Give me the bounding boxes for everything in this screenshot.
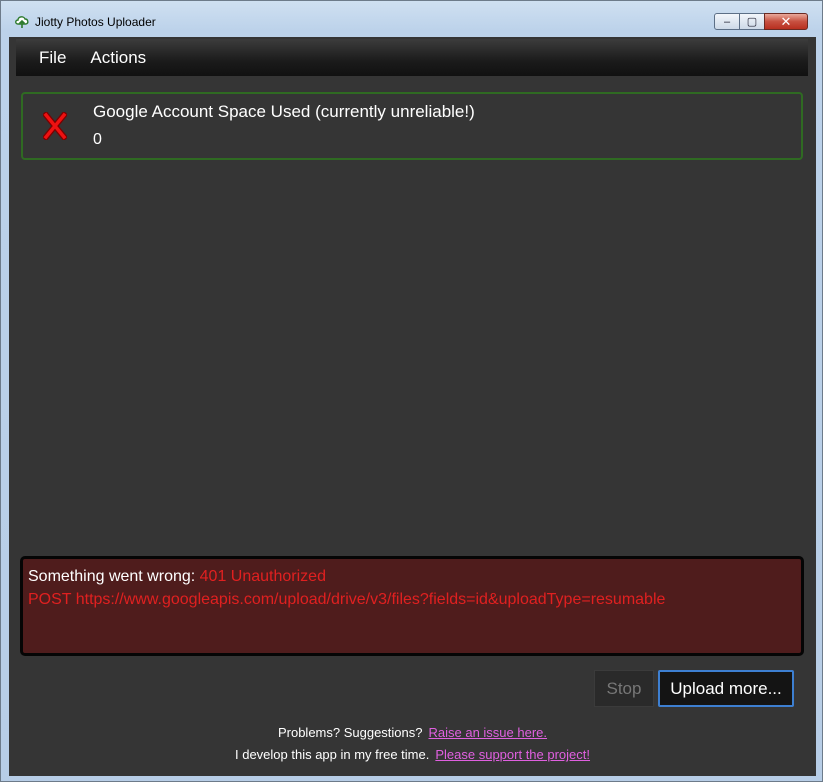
close-button[interactable]: ✕ <box>764 13 808 30</box>
app-window: Jiotty Photos Uploader – ▢ ✕ File Action… <box>0 0 823 782</box>
maximize-icon: ▢ <box>746 16 758 28</box>
close-icon: ✕ <box>780 13 792 29</box>
menu-bar: File Actions <box>16 39 808 76</box>
upload-more-button[interactable]: Upload more... <box>658 670 794 707</box>
minimize-icon: – <box>723 15 731 28</box>
error-request: POST https://www.googleapis.com/upload/d… <box>28 591 666 608</box>
upload-cloud-icon <box>15 16 29 28</box>
error-panel: Something went wrong: 401 Unauthorized P… <box>20 556 804 656</box>
error-message: Something went wrong: 401 Unauthorized <box>28 568 326 586</box>
footer-issues: Problems? Suggestions? Raise an issue her… <box>9 725 816 740</box>
menu-actions[interactable]: Actions <box>82 48 162 68</box>
raise-issue-link[interactable]: Raise an issue here. <box>429 725 548 740</box>
account-space-value: 0 <box>93 131 102 148</box>
footer-support: I develop this app in my free time. Pleas… <box>9 747 816 762</box>
window-title: Jiotty Photos Uploader <box>35 15 156 29</box>
account-space-card: Google Account Space Used (currently unr… <box>21 92 803 160</box>
maximize-button[interactable]: ▢ <box>739 13 765 30</box>
minimize-button[interactable]: – <box>714 13 740 30</box>
window-controls: – ▢ ✕ <box>714 13 808 31</box>
error-x-icon <box>43 112 67 140</box>
support-project-link[interactable]: Please support the project! <box>435 747 590 762</box>
footer-support-text: I develop this app in my free time. <box>234 747 430 762</box>
stop-button[interactable]: Stop <box>594 670 654 707</box>
account-space-title: Google Account Space Used (currently unr… <box>93 102 475 121</box>
main-content: File Actions Google Account Space Used (… <box>9 37 816 776</box>
error-prefix: Something went wrong: <box>28 568 200 585</box>
error-code: 401 Unauthorized <box>199 568 326 585</box>
title-bar[interactable]: Jiotty Photos Uploader – ▢ ✕ <box>1 1 822 37</box>
footer-issues-text: Problems? Suggestions? <box>277 725 423 740</box>
menu-file[interactable]: File <box>16 48 82 68</box>
